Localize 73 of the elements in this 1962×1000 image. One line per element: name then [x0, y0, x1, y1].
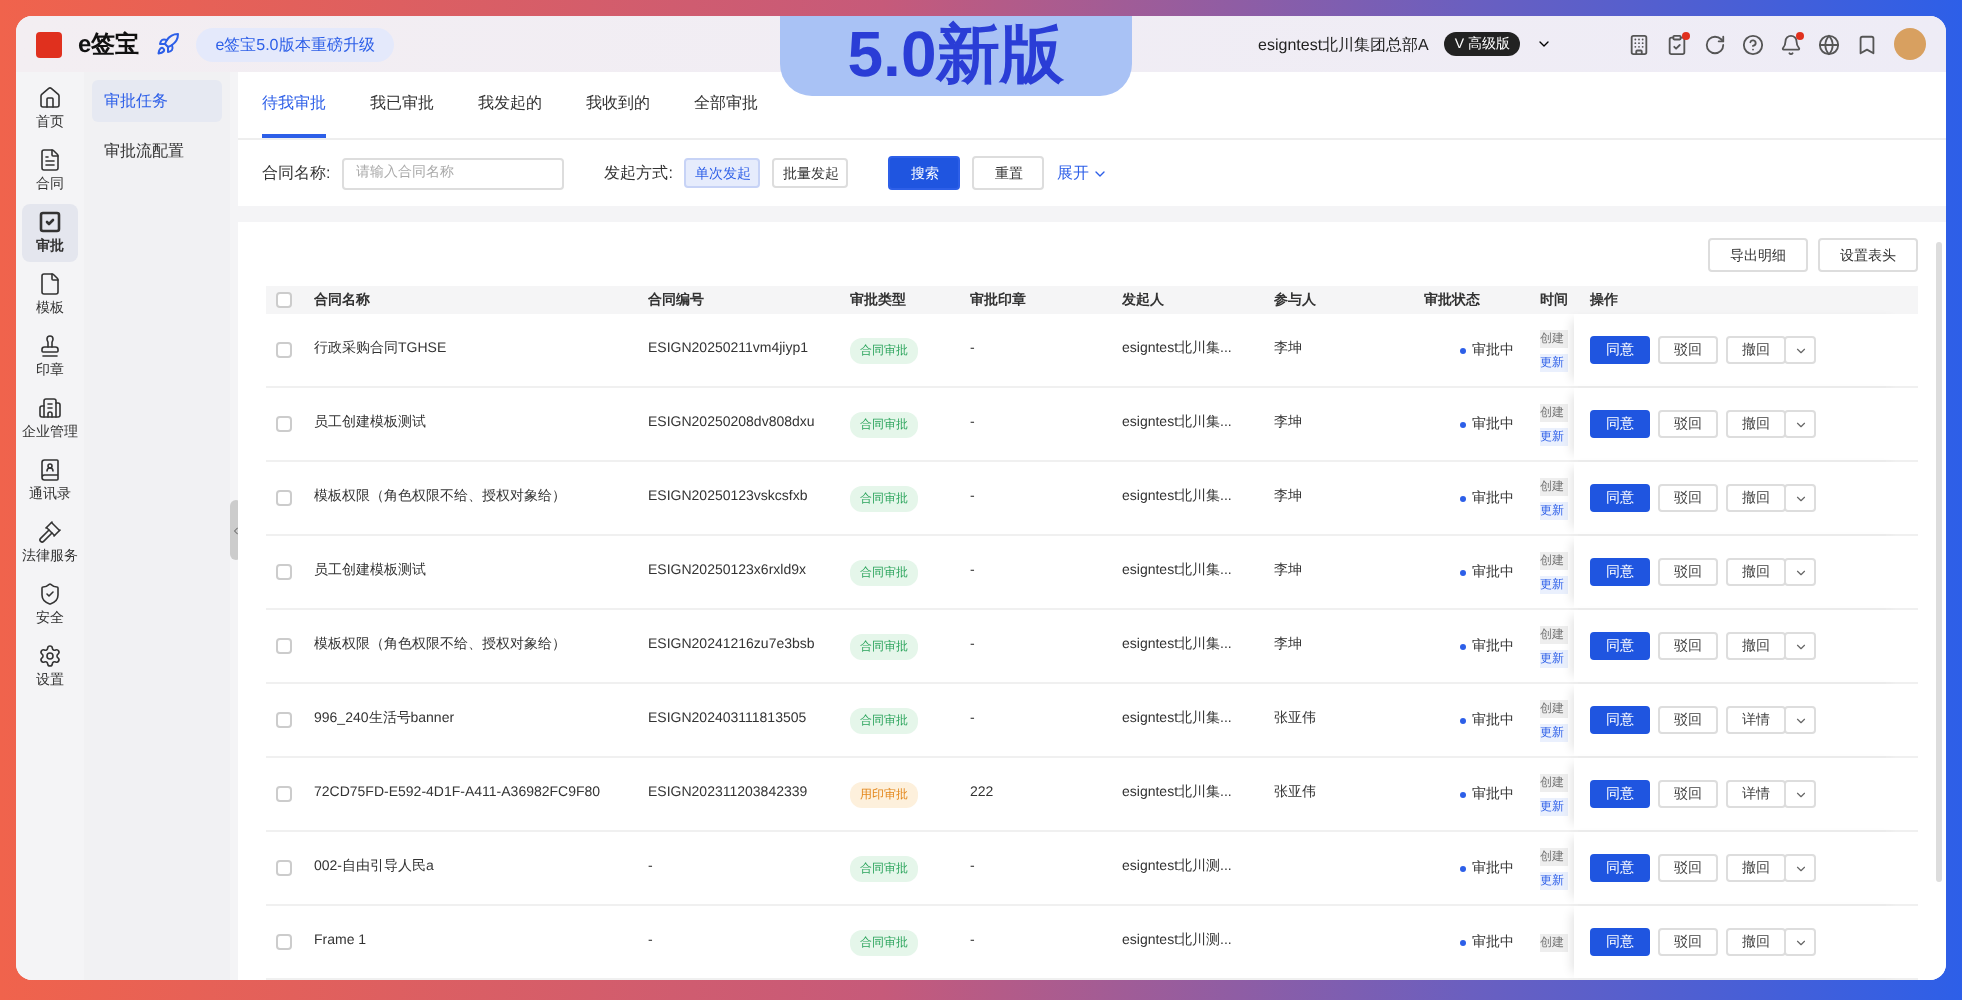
- checkbox[interactable]: [276, 786, 292, 802]
- caret-icon: [1793, 565, 1807, 579]
- caret-icon: [1793, 713, 1807, 727]
- tab[interactable]: 我收到的: [586, 72, 650, 138]
- more-button[interactable]: [1784, 706, 1816, 734]
- menu-item[interactable]: 审批任务: [92, 80, 222, 122]
- caret-icon: [1793, 639, 1807, 653]
- more-button[interactable]: [1784, 410, 1816, 438]
- status-dot: [1460, 421, 1466, 427]
- contacts-icon: [38, 458, 62, 482]
- menu-item[interactable]: 审批流配置: [92, 130, 222, 172]
- expand-link[interactable]: 展开: [1056, 162, 1109, 184]
- building-icon[interactable]: [1628, 33, 1650, 55]
- checkbox[interactable]: [276, 292, 292, 308]
- more-button[interactable]: [1784, 484, 1816, 512]
- status-dot: [1460, 347, 1466, 353]
- status-dot: [1460, 569, 1466, 575]
- checkbox[interactable]: [276, 490, 292, 506]
- refresh-icon[interactable]: [1704, 33, 1726, 55]
- checkbox-icon: [38, 210, 62, 234]
- help-icon[interactable]: [1742, 33, 1764, 55]
- field-label: 发起方式:: [604, 162, 673, 184]
- building-icon: [38, 396, 62, 420]
- more-button[interactable]: [1784, 336, 1816, 364]
- bookmark-icon[interactable]: [1856, 33, 1878, 55]
- caret-icon: [1793, 417, 1807, 431]
- bell-icon[interactable]: [1780, 33, 1802, 55]
- checkbox[interactable]: [276, 638, 292, 654]
- more-button[interactable]: [1784, 928, 1816, 956]
- stamp-icon: [38, 334, 62, 358]
- status-dot: [1460, 939, 1466, 945]
- status-dot: [1460, 791, 1466, 797]
- shield-icon: [38, 582, 62, 606]
- version-banner: 5.0新版: [780, 16, 1132, 96]
- tab[interactable]: 待我审批: [262, 72, 326, 138]
- rocket-icon: [155, 32, 180, 56]
- more-button[interactable]: [1784, 558, 1816, 586]
- checkbox[interactable]: [276, 416, 292, 432]
- house-icon: [38, 86, 62, 110]
- logo-text: e签宝: [78, 27, 140, 61]
- status-dot: [1460, 643, 1466, 649]
- gavel-icon: [38, 520, 62, 544]
- settings-icon: [38, 644, 62, 668]
- document-icon: [38, 148, 62, 172]
- account-name[interactable]: esigntest北川集团总部A: [1258, 33, 1429, 55]
- upgrade-banner[interactable]: e签宝5.0版本重磅升级: [195, 27, 395, 61]
- caret-icon: [1793, 935, 1807, 949]
- status-dot: [1460, 495, 1466, 501]
- tab[interactable]: 我发起的: [478, 72, 542, 138]
- checkbox[interactable]: [276, 934, 292, 950]
- file-icon: [38, 272, 62, 296]
- checkbox[interactable]: [276, 712, 292, 728]
- caret-icon: [1793, 491, 1807, 505]
- more-button[interactable]: [1784, 854, 1816, 882]
- status-dot: [1460, 717, 1466, 723]
- task-icon[interactable]: [1666, 33, 1688, 55]
- globe-icon[interactable]: [1818, 33, 1840, 55]
- tab[interactable]: 我已审批: [370, 72, 434, 138]
- avatar[interactable]: [1894, 28, 1926, 60]
- caret-icon[interactable]: [1536, 36, 1552, 52]
- tab[interactable]: 全部审批: [694, 72, 758, 138]
- caret-icon: [1793, 787, 1807, 801]
- checkbox[interactable]: [276, 860, 292, 876]
- caret-icon: [1793, 343, 1807, 357]
- logo-icon: [36, 31, 62, 57]
- field-label: 合同名称:: [262, 162, 331, 184]
- caret-icon: [1793, 861, 1807, 875]
- chevron-left-icon: [230, 523, 242, 537]
- checkbox[interactable]: [276, 342, 292, 358]
- status-dot: [1460, 865, 1466, 871]
- checkbox[interactable]: [276, 564, 292, 580]
- more-button[interactable]: [1784, 632, 1816, 660]
- more-button[interactable]: [1784, 780, 1816, 808]
